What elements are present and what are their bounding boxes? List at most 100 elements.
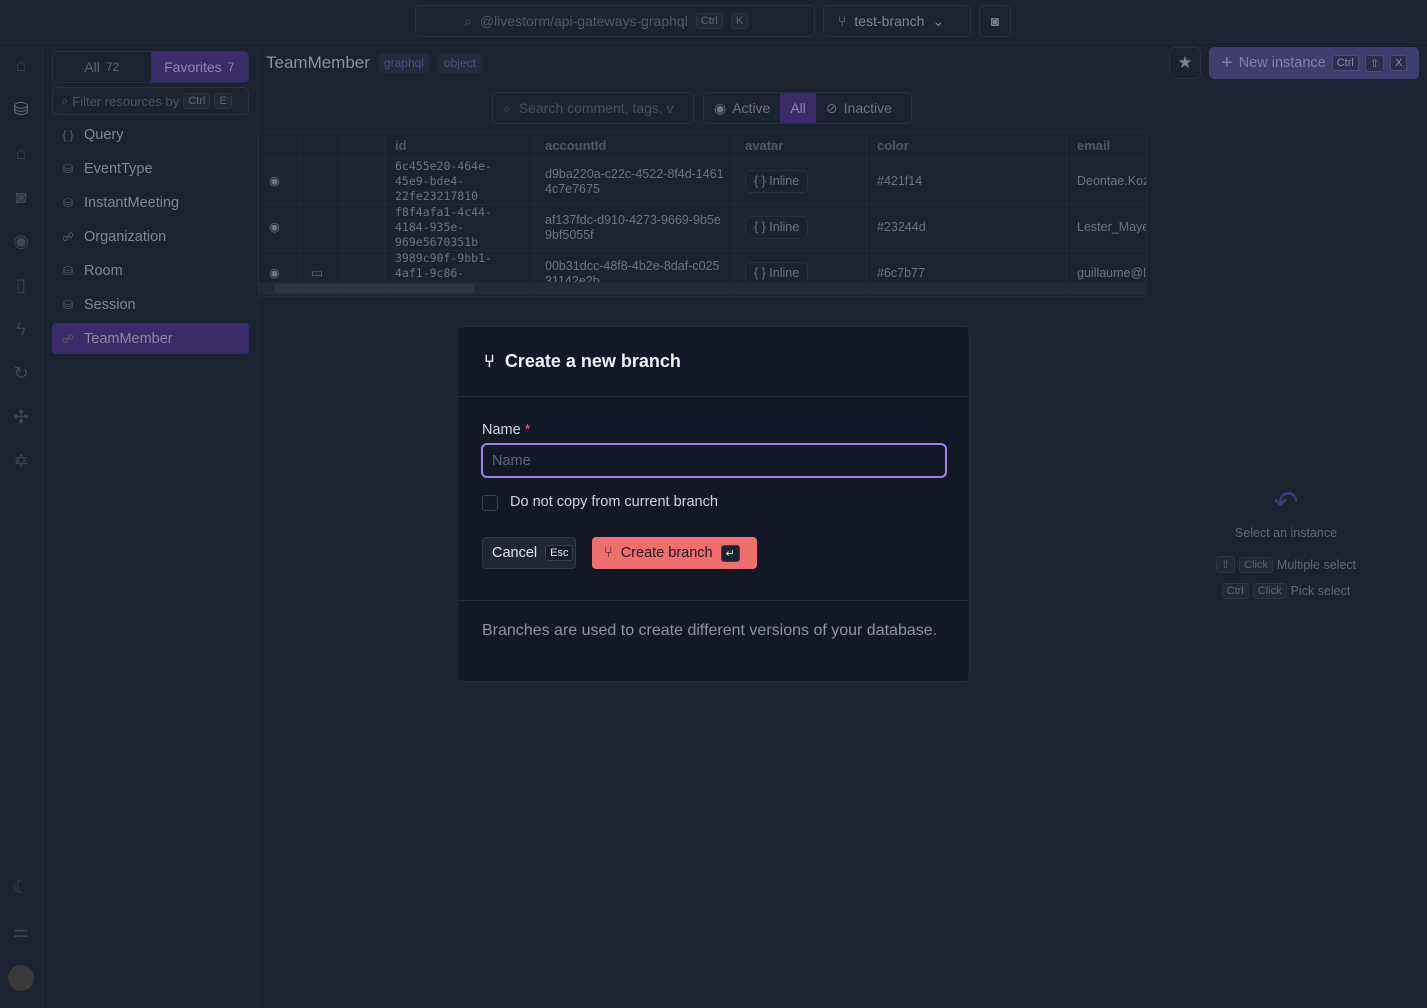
kbd: ⇧ (1215, 556, 1236, 573)
tag: object (437, 53, 482, 73)
dialog-title: Create a new branch (504, 351, 681, 371)
no-copy-checkbox[interactable] (482, 495, 498, 511)
resource-item-teammember[interactable]: ☍ TeamMember (52, 323, 249, 354)
database-icon: ⛁ (62, 297, 74, 312)
filter-inactive[interactable]: ⊘ Inactive (816, 93, 902, 123)
home-icon[interactable]: ⌂ (10, 55, 32, 77)
create-branch-button[interactable]: ⑂ Create branch ↵ (592, 537, 757, 569)
avatar[interactable] (8, 965, 34, 991)
kbd: Ctrl (183, 93, 211, 109)
resource-item-organization[interactable]: ☍ Organization (52, 221, 249, 252)
arrow-back-icon: ↶ (1273, 486, 1299, 519)
column-email[interactable]: email (1066, 132, 1147, 159)
star-icon: ★ (1177, 53, 1193, 72)
kbd: X (1390, 55, 1408, 71)
tab-all[interactable]: All 72 (53, 52, 151, 82)
search-icon: ⌕ (61, 93, 69, 108)
broadcast-icon[interactable]: ◉ (10, 231, 32, 253)
eye-icon[interactable]: ◉ (258, 158, 301, 205)
table-row[interactable]: ◉ 6c455e20-464e-45e9-bde4-22fe23217810 d9b… (258, 158, 1147, 205)
new-instance-button[interactable]: + New instance Ctrl ⇧ X (1209, 47, 1419, 79)
table-header: id accountId avatar color email (258, 132, 1147, 159)
kbd: Click (1252, 583, 1287, 599)
tag: graphql (377, 53, 430, 73)
empty-title: Select an instance (1234, 526, 1338, 540)
create-branch-dialog: ⑂ Create a new branch Name * Do not copy … (457, 326, 970, 682)
moon-icon[interactable]: ☾ (10, 877, 32, 899)
empty-state: ↶ Select an instance ⇧ Click Multiple sele… (1170, 485, 1402, 599)
chevron-down-icon: ⌄ (932, 12, 945, 29)
braces-icon: { } (62, 127, 74, 142)
hint: ⇧ Click Multiple select (1170, 556, 1402, 573)
kbd: Ctrl (1221, 583, 1249, 599)
code-file-icon[interactable]: ▯ (10, 275, 32, 297)
dialog-description: Branches are used to create different ve… (458, 600, 969, 661)
lock-icon (342, 204, 385, 251)
history-icon[interactable]: ↻ (10, 363, 32, 385)
kbd: ↵ (720, 544, 740, 562)
instances-table: id accountId avatar color email ◉ 6c455e20-46… (258, 132, 1147, 297)
graph-icon[interactable]: ✣ (10, 407, 32, 429)
snapshot-button[interactable]: ◙ (979, 5, 1011, 37)
table-row[interactable]: ◉ f8f4afa1-4c44-4184-935e-969e5670351b af1… (258, 204, 1147, 251)
cell-id: 6c455e20-464e-45e9-bde4-22fe23217810 (384, 158, 535, 205)
cell-email: Deontae.Koz (1066, 158, 1147, 205)
cell-id: f8f4afa1-4c44-4184-935e-969e5670351b (384, 204, 535, 251)
comment-icon[interactable] (300, 204, 343, 251)
resource-item-eventtype[interactable]: ⛁ EventType (52, 153, 249, 184)
hint: Ctrl Click Pick select (1170, 583, 1402, 599)
branch-icon: ⑂ (484, 351, 495, 371)
camera-icon[interactable]: ◙ (10, 187, 32, 209)
favorite-button[interactable]: ★ (1169, 47, 1201, 79)
inline-badge[interactable]: { } Inline (745, 216, 809, 239)
resource-item-query[interactable]: { } Query (52, 119, 249, 150)
column-avatar[interactable]: avatar (734, 132, 867, 159)
column-id[interactable]: id (384, 132, 535, 159)
users-icon: ☍ (61, 229, 75, 244)
eye-icon: ◉ (714, 99, 727, 116)
column-color[interactable]: color (866, 132, 1067, 159)
filter-resources-input[interactable]: ⌕ Filter resources by Ctrl E (52, 87, 249, 115)
factory-icon[interactable]: ⌂ (10, 143, 32, 165)
cell-email: Lester_Maye (1066, 204, 1147, 251)
search-icon: ⌕ (503, 99, 511, 116)
camera-icon: ◙ (990, 13, 1000, 29)
kbd: Ctrl (1331, 55, 1359, 71)
cell-color: #421f14 (866, 158, 1067, 205)
lock-icon (342, 158, 385, 205)
dialog-header: ⑂ Create a new branch (458, 327, 969, 397)
search-icon: ⌕ (464, 12, 472, 29)
eye-off-icon: ⊘ (825, 99, 838, 116)
settings-star-icon[interactable]: ✡ (10, 451, 32, 473)
scrollbar-thumb[interactable] (274, 284, 474, 293)
kbd: Ctrl (695, 13, 723, 29)
tab-favorites[interactable]: Favorites 7 (150, 52, 248, 82)
resource-item-instantmeeting[interactable]: ⛁ InstantMeeting (52, 187, 249, 218)
cell-accountid: d9ba220a-c22c-4522-8f4d-14614c7e7675 (534, 158, 735, 205)
instance-search-input[interactable]: ⌕ Search comment, tags, v (492, 92, 694, 124)
global-search[interactable]: ⌕ @livestorm/api-gateways-graphql Ctrl K (415, 5, 815, 37)
filter-all[interactable]: All (780, 93, 816, 123)
kbd: E (214, 93, 232, 109)
eye-icon[interactable]: ◉ (258, 204, 301, 251)
sliders-icon[interactable]: ⚌ (10, 921, 32, 943)
lightning-icon[interactable]: ϟ (10, 319, 32, 341)
plus-icon: + (1221, 51, 1233, 74)
resource-tabs: All 72 Favorites 7 (52, 51, 249, 83)
database-icon: ⛁ (62, 161, 74, 176)
database-icon[interactable]: ⛁ (10, 99, 32, 121)
database-icon: ⛁ (62, 195, 74, 210)
cancel-button[interactable]: Cancel Esc (482, 537, 576, 569)
resource-item-room[interactable]: ⛁ Room (52, 255, 249, 286)
cell-accountid: af137fdc-d910-4273-9669-9b5e9bf5055f (534, 204, 735, 251)
cell-color: #23244d (866, 204, 1067, 251)
inline-badge[interactable]: { } Inline (745, 170, 809, 193)
resource-item-session[interactable]: ⛁ Session (52, 289, 249, 320)
column-accountid[interactable]: accountId (534, 132, 735, 159)
filter-active[interactable]: ◉ Active (704, 93, 780, 123)
name-input[interactable] (481, 443, 947, 478)
kbd: ⇧ (1364, 54, 1385, 72)
no-copy-label[interactable]: Do not copy from current branch (510, 494, 718, 510)
branch-selector[interactable]: ⑂ test-branch ⌄ (823, 5, 971, 37)
comment-icon[interactable] (300, 158, 343, 205)
